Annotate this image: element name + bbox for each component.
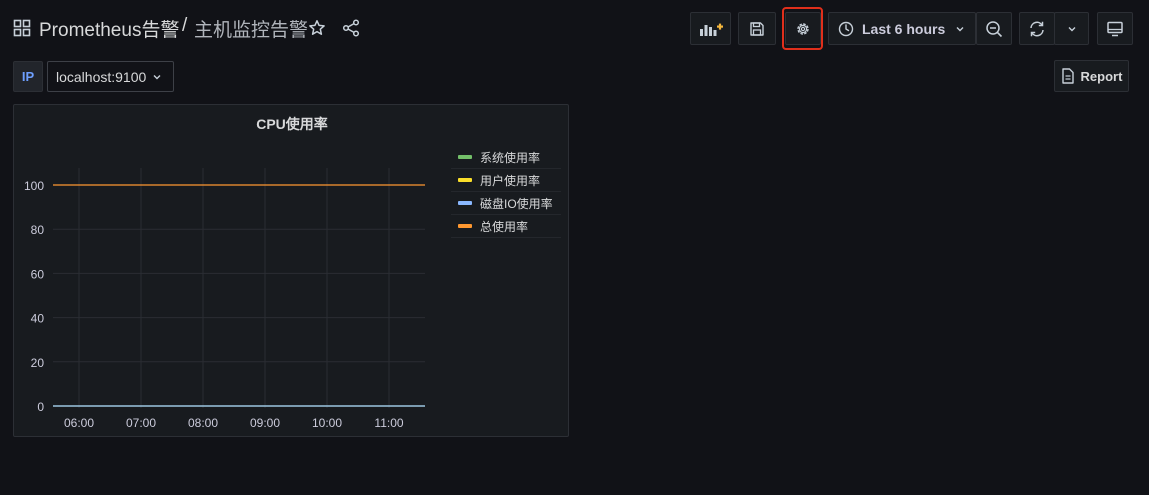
view-mode-button[interactable] [1097,12,1133,45]
legend-item[interactable]: 总使用率 [451,215,561,238]
save-dashboard-button[interactable] [738,12,776,45]
zoom-out-icon [986,20,1003,37]
cpu-usage-panel: CPU使用率 0 20 40 60 80 100 06:00 07:00 08:00 09:00 1… [13,104,569,437]
legend-swatch [458,224,472,228]
legend-label: 总使用率 [480,219,529,234]
monitor-icon [1107,21,1123,36]
chevron-down-icon [956,26,964,31]
clock-icon [838,21,854,36]
legend-label: 用户使用率 [480,173,541,188]
y-tick-label: 0 [37,400,44,414]
y-tick-label: 40 [31,312,45,326]
report-label: Report [1080,68,1123,84]
refresh-icon [1030,21,1044,36]
time-range-label: Last 6 hours [862,20,946,37]
dashboard-navbar: Prometheus告警 / 主机监控告警 Last 6 hours [0,0,1149,56]
legend-label: 系统使用率 [480,150,541,165]
add-panel-icon [699,23,723,36]
add-panel-button[interactable] [690,12,731,45]
legend-label: 磁盘IO使用率 [480,196,553,211]
report-button[interactable]: Report [1054,60,1129,92]
document-icon [1061,68,1074,84]
save-icon [750,21,764,36]
y-tick-label: 60 [31,267,45,281]
variable-ip-value: localhost:9100 [56,68,147,85]
chart-legend: 系统使用率用户使用率磁盘IO使用率 总使用率 [451,146,561,238]
y-tick-label: 20 [31,356,45,370]
x-tick-label: 08:00 [188,416,218,430]
legend-swatch [458,201,472,205]
legend-item[interactable]: 用户使用率 [451,169,561,192]
legend-item[interactable]: 系统使用率 [451,146,561,169]
chevron-down-icon [153,74,161,79]
x-tick-label: 10:00 [312,416,342,430]
time-range-picker[interactable]: Last 6 hours [828,12,976,45]
dashboard-title[interactable]: 主机监控告警 [194,15,308,42]
y-tick-label: 80 [31,223,45,237]
dashboards-grid-icon[interactable] [13,19,31,37]
refresh-button[interactable] [1019,12,1055,45]
breadcrumb-folder[interactable]: Prometheus告警 [39,15,179,42]
breadcrumb-separator: / [182,15,188,36]
legend-item[interactable]: 磁盘IO使用率 [451,192,561,215]
x-tick-label: 11:00 [374,416,403,430]
chevron-down-icon [1068,26,1075,31]
x-tick-label: 06:00 [64,416,94,430]
refresh-interval-dropdown[interactable] [1054,12,1089,45]
x-tick-label: 09:00 [250,416,280,430]
panel-title[interactable]: CPU使用率 [14,114,570,134]
variable-ip-label: IP [13,61,43,92]
legend-swatch [458,155,472,159]
star-icon[interactable] [308,19,326,37]
zoom-out-button[interactable] [976,12,1012,45]
settings-highlight-box [782,7,823,50]
y-tick-label: 100 [24,179,44,193]
x-tick-label: 07:00 [126,416,156,430]
share-icon[interactable] [342,19,360,37]
legend-swatch [458,178,472,182]
variable-ip-select[interactable]: localhost:9100 [47,61,174,92]
cpu-usage-chart[interactable]: 0 20 40 60 80 100 06:00 07:00 08:00 09:00 10:00 11:… [14,138,439,438]
